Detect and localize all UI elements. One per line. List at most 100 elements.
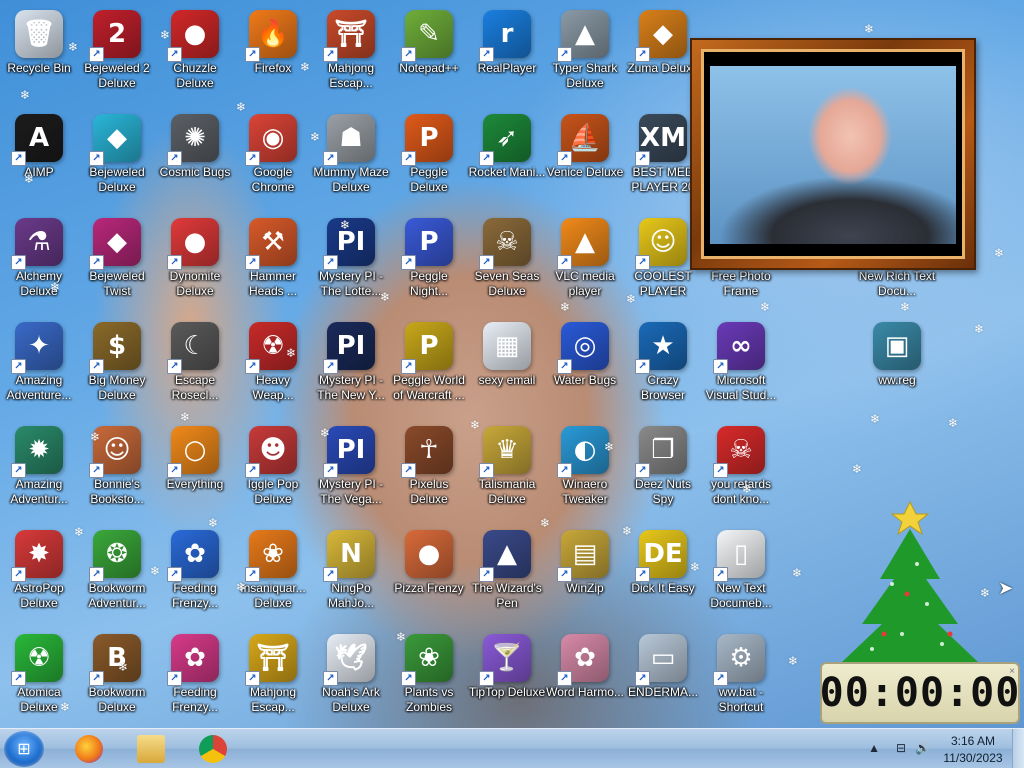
- desktop-icon[interactable]: ▤ ↗ WinZip: [546, 524, 624, 624]
- desktop-icon[interactable]: ▲ ↗ The Wizard's Pen: [468, 524, 546, 624]
- snowflake-icon: ❄: [980, 586, 991, 600]
- desktop-icon[interactable]: ✿ ↗ Word Harmo...: [546, 628, 624, 728]
- network-icon[interactable]: ⊟: [896, 741, 906, 755]
- desktop-icon[interactable]: PI ↗ Mystery PI - The Lotte...: [312, 212, 390, 312]
- desktop-icon[interactable]: ▲ ↗ Typer Shark Deluxe: [546, 4, 624, 104]
- desktop-icon[interactable]: ✸ ↗ AstroPop Deluxe: [0, 524, 78, 624]
- desktop-icon[interactable]: P ↗ Peggle Deluxe: [390, 108, 468, 208]
- desktop[interactable]: 🗑 Recycle Bin 2 ↗ Bejeweled 2 Deluxe ● ↗ Chuzzl…: [0, 0, 1024, 728]
- taskbar-chrome-button[interactable]: [184, 731, 242, 767]
- desktop-icon[interactable]: r ↗ RealPlayer: [468, 4, 546, 104]
- desktop-icon[interactable]: DE ↗ Dick It Easy: [624, 524, 702, 624]
- desktop-icon[interactable]: A ↗ AIMP: [0, 108, 78, 208]
- volume-icon[interactable]: 🔊: [915, 741, 930, 755]
- desktop-icon[interactable]: $ ↗ Big Money Deluxe: [78, 316, 156, 416]
- desktop-icon[interactable]: 🗑 Recycle Bin: [0, 4, 78, 104]
- snowflake-icon: ❄: [380, 290, 391, 304]
- desktop-icon[interactable]: ❐ ↗ Deez Nuts Spy: [624, 420, 702, 520]
- desktop-icon[interactable]: 🔥 ↗ Firefox: [234, 4, 312, 104]
- desktop-icon[interactable]: ▣ ww.reg: [858, 316, 936, 416]
- desktop-icon[interactable]: ☗ ↗ Mummy Maze Deluxe: [312, 108, 390, 208]
- desktop-icon[interactable]: ▯ ↗ New Text Documeb...: [702, 524, 780, 624]
- icon-glyph: ✺: [184, 123, 206, 153]
- close-icon[interactable]: ×: [1009, 666, 1015, 677]
- christmas-tree-widget[interactable]: [832, 484, 982, 664]
- desktop-icon[interactable]: ☾ ↗ Escape Rosecl...: [156, 316, 234, 416]
- desktop-icon[interactable]: ❀ ↗ Insaniquar... Deluxe: [234, 524, 312, 624]
- desktop-icon[interactable]: N ↗ NingPo MahJo...: [312, 524, 390, 624]
- taskbar-explorer-button[interactable]: [122, 731, 180, 767]
- app-icon: ▲ ↗: [557, 10, 609, 62]
- show-hidden-icons-arrow[interactable]: ▲: [868, 741, 880, 755]
- desktop-icon-label: Bejeweled Deluxe: [89, 165, 145, 194]
- desktop-icon[interactable]: ✦ ↗ Amazing Adventure...: [0, 316, 78, 416]
- photo-frame-widget[interactable]: [690, 38, 976, 270]
- desktop-icon[interactable]: ✹ ↗ Amazing Adventur...: [0, 420, 78, 520]
- desktop-icon[interactable]: ✎ ↗ Notepad++: [390, 4, 468, 104]
- app-icon: ✿ ↗: [557, 634, 609, 686]
- app-icon: ☻ ↗: [245, 426, 297, 478]
- desktop-icon[interactable]: ➶ ↗ Rocket Mani...: [468, 108, 546, 208]
- desktop-icon[interactable]: ⚗ ↗ Alchemy Deluxe: [0, 212, 78, 312]
- icon-glyph: ♛: [495, 435, 519, 465]
- desktop-icon[interactable]: ✿ ↗ Feeding Frenzy...: [156, 628, 234, 728]
- taskbar-clock-date[interactable]: 11/30/2023: [938, 751, 1008, 765]
- desktop-icon[interactable]: ● ↗ Dynomite Deluxe: [156, 212, 234, 312]
- desktop-icon[interactable]: ▭ ↗ ENDERMA...: [624, 628, 702, 728]
- app-icon: ❀ ↗: [245, 530, 297, 582]
- shortcut-arrow-icon: ↗: [479, 671, 494, 686]
- desktop-icon[interactable]: ☻ ↗ Iggle Pop Deluxe: [234, 420, 312, 520]
- desktop-icon[interactable]: ⛵ ↗ Venice Deluxe: [546, 108, 624, 208]
- desktop-icon[interactable]: ☥ ↗ Pixelus Deluxe: [390, 420, 468, 520]
- icon-glyph: 🍸: [490, 643, 524, 673]
- show-desktop-button[interactable]: [1012, 729, 1024, 768]
- shortcut-arrow-icon: ↗: [11, 255, 26, 270]
- desktop-icon[interactable]: ◆ ↗ Bejeweled Deluxe: [78, 108, 156, 208]
- desktop-icon[interactable]: ◉ ↗ Google Chrome: [234, 108, 312, 208]
- desktop-icon-label: VLC media player: [555, 269, 615, 298]
- digital-clock-widget[interactable]: 00:00:00 ×: [820, 662, 1020, 724]
- desktop-icon-label: ENDERMA...: [627, 685, 698, 699]
- desktop-icon[interactable]: 2 ↗ Bejeweled 2 Deluxe: [78, 4, 156, 104]
- desktop-icon[interactable]: ⛩ ↗ Mahjong Escap...: [312, 4, 390, 104]
- desktop-icon[interactable]: ● ↗ Chuzzle Deluxe: [156, 4, 234, 104]
- desktop-icon[interactable]: ☠ ↗ Seven Seas Deluxe: [468, 212, 546, 312]
- desktop-icon[interactable]: ☢ ↗ Heavy Weap...: [234, 316, 312, 416]
- icon-glyph: ☠: [729, 435, 753, 465]
- desktop-icon[interactable]: P ↗ Peggle Night...: [390, 212, 468, 312]
- desktop-icon[interactable]: ∞ ↗ Microsoft Visual Stud...: [702, 316, 780, 416]
- snowflake-icon: ❄: [20, 88, 31, 102]
- desktop-icon[interactable]: ⛩ ↗ Mahjong Escap...: [234, 628, 312, 728]
- desktop-icon[interactable]: B ↗ Bookworm Deluxe: [78, 628, 156, 728]
- desktop-icon[interactable]: ◐ ↗ Winaero Tweaker: [546, 420, 624, 520]
- desktop-icon[interactable]: 🕊 ↗ Noah's Ark Deluxe: [312, 628, 390, 728]
- desktop-icon[interactable]: ✿ ↗ Feeding Frenzy...: [156, 524, 234, 624]
- app-icon: ▲ ↗: [479, 530, 531, 582]
- desktop-icon[interactable]: ♛ ↗ Talismania Deluxe: [468, 420, 546, 520]
- desktop-icon[interactable]: ◎ ↗ Water Bugs: [546, 316, 624, 416]
- taskbar-firefox-button[interactable]: [60, 731, 118, 767]
- desktop-icon[interactable]: ▲ ↗ VLC media player: [546, 212, 624, 312]
- desktop-icon[interactable]: ⚒ ↗ Hammer Heads ...: [234, 212, 312, 312]
- desktop-icon[interactable]: ✺ ↗ Cosmic Bugs: [156, 108, 234, 208]
- desktop-icon-label: Everything: [166, 477, 224, 491]
- desktop-icon[interactable]: ○ ↗ Everything: [156, 420, 234, 520]
- desktop-icon[interactable]: ◆ ↗ Bejeweled Twist: [78, 212, 156, 312]
- desktop-icon[interactable]: PI ↗ Mystery PI - The New Y...: [312, 316, 390, 416]
- shortcut-arrow-icon: ↗: [635, 671, 650, 686]
- desktop-icon[interactable]: 🍸 ↗ TipTop Deluxe: [468, 628, 546, 728]
- desktop-icon[interactable]: ● Pizza Frenzy: [390, 524, 468, 624]
- desktop-icon[interactable]: P ↗ Peggle World of Warcraft ...: [390, 316, 468, 416]
- desktop-icon[interactable]: ❂ ↗ Bookworm Adventur...: [78, 524, 156, 624]
- shortcut-arrow-icon: ↗: [557, 359, 572, 374]
- taskbar-clock-time[interactable]: 3:16 AM: [938, 734, 1008, 748]
- snowflake-icon: ❄: [622, 524, 633, 538]
- snowflake-icon: ❄: [864, 22, 875, 36]
- desktop-icon[interactable]: ⚙ ↗ ww.bat - Shortcut: [702, 628, 780, 728]
- desktop-icon[interactable]: ☠ ↗ you retards dont kno...: [702, 420, 780, 520]
- desktop-icon[interactable]: ★ ↗ Crazy Browser: [624, 316, 702, 416]
- icon-glyph: 🕊: [334, 643, 368, 673]
- snowflake-icon: ❄: [150, 564, 161, 578]
- desktop-icon[interactable]: ▦ sexy email: [468, 316, 546, 416]
- start-button[interactable]: ⊞: [4, 731, 44, 767]
